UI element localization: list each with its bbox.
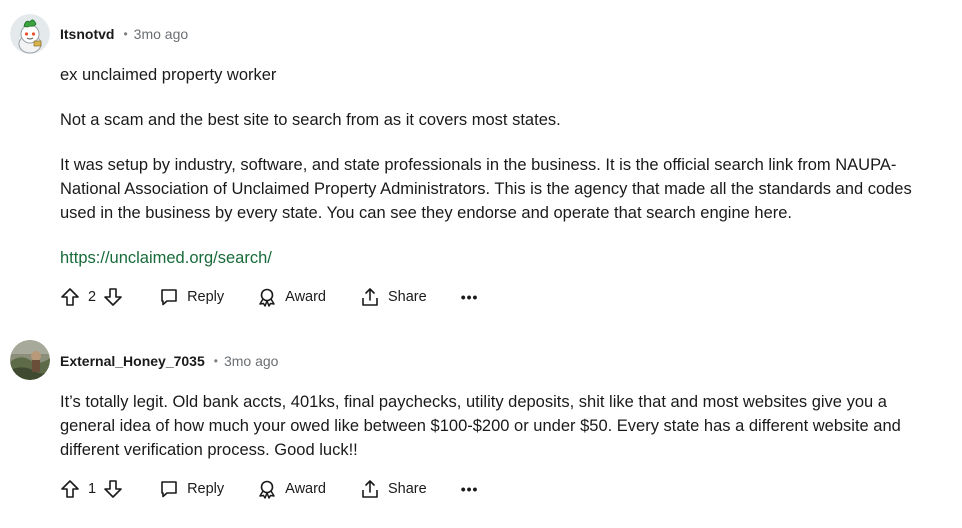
award-icon: [257, 287, 277, 307]
comment-bubble-icon: [159, 287, 179, 307]
author-name[interactable]: External_Honey_7035: [60, 353, 205, 369]
more-options-button[interactable]: •••: [461, 481, 479, 497]
downvote-icon[interactable]: [103, 287, 123, 307]
vote-count: 1: [88, 481, 97, 497]
comment-body: ex unclaimed property worker Not a scam …: [60, 63, 950, 270]
reply-button[interactable]: Reply: [159, 287, 224, 307]
reply-button[interactable]: Reply: [159, 479, 224, 499]
comment-link[interactable]: https://unclaimed.org/search/: [60, 249, 272, 267]
author-name[interactable]: Itsnotvd: [60, 26, 114, 42]
link-paragraph: https://unclaimed.org/search/: [60, 246, 950, 270]
share-icon: [360, 287, 380, 307]
comment-meta: External_Honey_7035 • 3mo ago: [60, 351, 278, 371]
downvote-icon[interactable]: [103, 479, 123, 499]
more-options-button[interactable]: •••: [461, 289, 479, 305]
award-label: Award: [285, 289, 326, 305]
upvote-icon[interactable]: [60, 479, 80, 499]
timestamp[interactable]: 3mo ago: [224, 353, 278, 369]
reply-label: Reply: [187, 481, 225, 497]
timestamp[interactable]: 3mo ago: [134, 26, 188, 42]
share-button[interactable]: Share: [360, 287, 427, 307]
comment-external-honey: External_Honey_7035 • 3mo ago It’s total…: [0, 332, 962, 528]
award-label: Award: [285, 481, 326, 497]
award-button[interactable]: Award: [257, 287, 326, 307]
share-button[interactable]: Share: [360, 479, 427, 499]
vote-controls: 1: [60, 479, 123, 499]
share-label: Share: [388, 481, 427, 497]
comment-meta: Itsnotvd • 3mo ago: [60, 24, 188, 44]
award-icon: [257, 479, 277, 499]
comment-paragraph: It’s totally legit. Old bank accts, 401k…: [60, 393, 901, 459]
comment-actions: 2 Reply Award Share •••: [60, 284, 478, 310]
share-icon: [360, 479, 380, 499]
snoo-avatar-icon[interactable]: [10, 14, 50, 54]
comment-actions: 1 Reply Award Share •••: [60, 476, 478, 502]
award-button[interactable]: Award: [257, 479, 326, 499]
comment-paragraph: It was setup by industry, software, and …: [60, 156, 912, 222]
comment-paragraph: Not a scam and the best site to search f…: [60, 111, 561, 129]
comment-body: It’s totally legit. Old bank accts, 401k…: [60, 390, 940, 462]
share-label: Share: [388, 289, 427, 305]
upvote-icon[interactable]: [60, 287, 80, 307]
photo-avatar-icon[interactable]: [10, 340, 50, 380]
meta-separator: •: [213, 354, 218, 368]
meta-separator: •: [123, 27, 128, 41]
comment-bubble-icon: [159, 479, 179, 499]
reply-label: Reply: [187, 289, 225, 305]
vote-controls: 2: [60, 287, 123, 307]
comment-itsnotvd: Itsnotvd • 3mo ago ex unclaimed property…: [0, 0, 962, 320]
comment-paragraph: ex unclaimed property worker: [60, 66, 277, 84]
vote-count: 2: [88, 289, 97, 305]
